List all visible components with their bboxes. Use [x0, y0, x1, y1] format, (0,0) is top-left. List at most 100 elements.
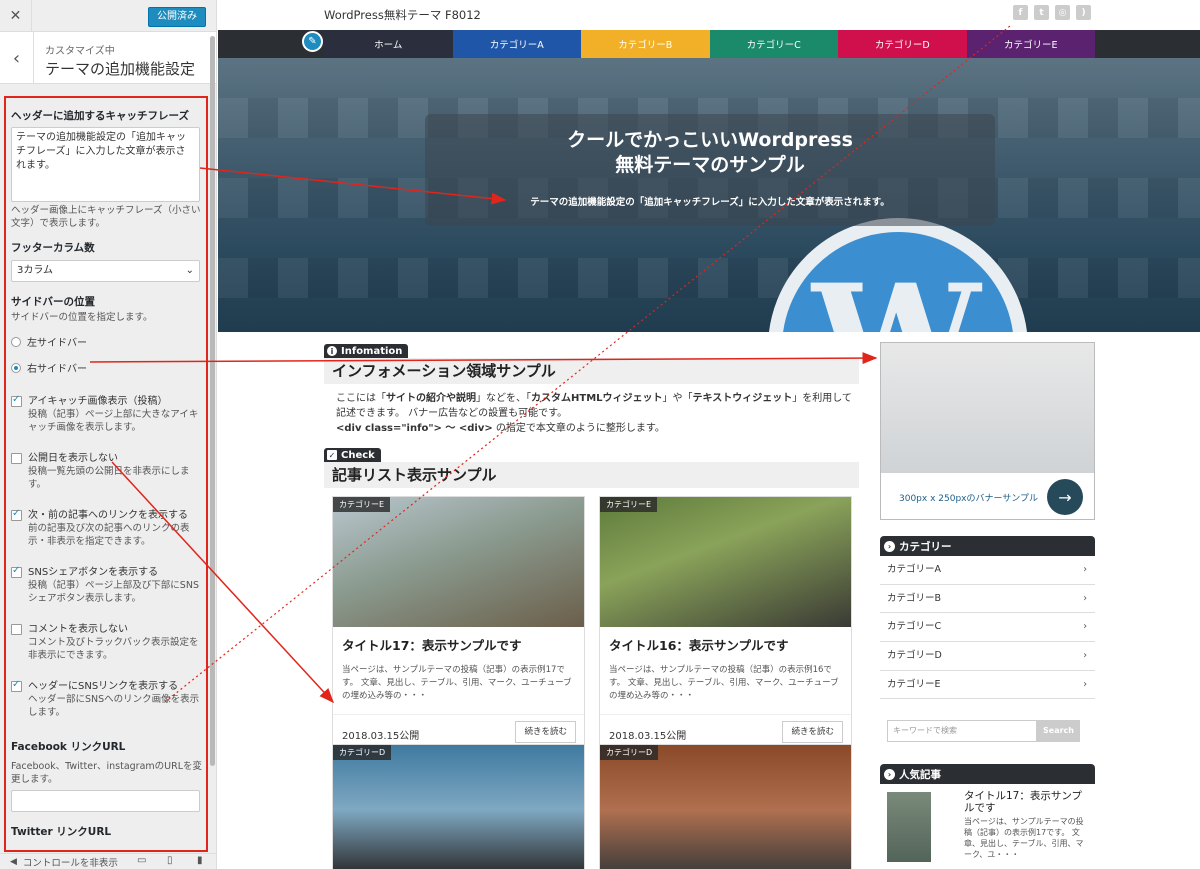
checkbox-icon: ✓ [327, 450, 337, 460]
back-arrow-icon[interactable]: ‹ [0, 32, 34, 84]
popular-thumbnail[interactable] [887, 792, 931, 862]
customizer-footer: ◀ コントロールを非表示 ▭ ▯ ▮ [0, 853, 216, 869]
customizer-panel: ✕ 公開済み ‹ カスタマイズ中 テーマの追加機能設定 ヘッダーに追加するキャッ… [0, 0, 217, 869]
category-item-label: カテゴリーB [887, 592, 942, 604]
checkbox-label: SNSシェアボタンを表示する [28, 567, 159, 578]
check-tag: ✓ Check [324, 448, 381, 462]
checkbox-label: コメントを表示しない [28, 624, 128, 635]
arrow-right-icon[interactable]: → [1047, 479, 1083, 515]
site-preview: WordPress無料テーマ F8012 f t ◎ ) ✎ ホーム カテゴリー… [218, 0, 1200, 869]
radio-selected-icon[interactable] [11, 362, 21, 373]
facebook-url-desc: Facebook、Twitter、instagramのURLを変更します。 [11, 761, 202, 785]
article-card[interactable]: カテゴリーD [599, 744, 852, 869]
checkbox-checked-icon[interactable] [11, 508, 22, 521]
category-item[interactable]: カテゴリーC › [880, 613, 1095, 643]
radio-left-label: 左サイドバー [27, 338, 87, 349]
article-card[interactable]: カテゴリーD [332, 744, 585, 869]
hide-controls-label[interactable]: コントロールを非表示 [23, 855, 118, 869]
category-item[interactable]: カテゴリーB › [880, 585, 1095, 614]
category-item-label: カテゴリーC [887, 621, 942, 633]
search-input[interactable]: キーワードで検索 [887, 720, 1037, 742]
chevron-right-icon: › [884, 768, 895, 780]
category-item[interactable]: カテゴリーE › [880, 671, 1095, 700]
checkbox-sns-share[interactable]: SNSシェアボタンを表示する投稿（記事）ページ上部及び下部にSNSシェアボタン表… [11, 565, 202, 605]
desktop-preview-icon[interactable]: ▭ [137, 855, 146, 866]
card-thumbnail[interactable]: カテゴリーD [333, 745, 584, 869]
checkbox-eyecatch[interactable]: アイキャッチ画像表示（投稿） 投稿（記事）ページ上部に大きなアイキャッチ画像を表示… [11, 394, 202, 434]
radio-right-sidebar[interactable]: 右サイドバー [11, 360, 202, 375]
category-item[interactable]: カテゴリーA › [880, 556, 1095, 585]
article-card[interactable]: カテゴリーE タイトル17：表示サンプルです 当ページは、サンプルテーマの投稿（… [332, 496, 585, 753]
info-text-part: ここには「 [336, 393, 386, 404]
edit-pencil-icon[interactable]: ✎ [302, 31, 323, 52]
close-icon[interactable]: ✕ [0, 0, 32, 32]
twitter-url-label: Twitter リンクURL [11, 826, 112, 838]
search-button[interactable]: Search [1037, 720, 1080, 742]
instagram-icon[interactable]: ◎ [1055, 5, 1070, 20]
checkbox-checked-icon[interactable] [11, 679, 22, 692]
list-heading: 記事リスト表示サンプル [324, 462, 859, 488]
checkbox-checked-icon[interactable] [11, 394, 22, 407]
nav-item-category-a[interactable]: カテゴリーA [452, 30, 581, 58]
info-text-part: 」や「 [662, 393, 693, 404]
radio-right-label: 右サイドバー [27, 364, 87, 375]
popular-widget-title: › 人気記事 [880, 764, 1095, 784]
checkbox-desc: 投稿（記事）ページ上部に大きなアイキャッチ画像を表示します。 [28, 409, 199, 433]
card-thumbnail[interactable]: カテゴリーD [600, 745, 851, 869]
nav-item-category-d[interactable]: カテゴリーD [838, 30, 967, 58]
nav-item-category-b[interactable]: カテゴリーB [581, 30, 710, 58]
category-widget-label: カテゴリー [899, 540, 952, 553]
checkbox-checked-icon[interactable] [11, 565, 22, 578]
radio-left-sidebar[interactable]: 左サイドバー [11, 334, 202, 349]
checkbox-header-sns[interactable]: ヘッダーにSNSリンクを表示するヘッダー部にSNSへのリンク画像を表示します。 [11, 679, 202, 719]
card-thumbnail[interactable]: カテゴリーE [600, 497, 851, 627]
popular-title[interactable]: タイトル17：表示サンプルです [964, 790, 1089, 814]
card-thumbnail[interactable]: カテゴリーE [333, 497, 584, 627]
section-header: ‹ カスタマイズ中 テーマの追加機能設定 [0, 32, 216, 84]
nav-item-home[interactable]: ホーム [324, 30, 453, 58]
banner-text[interactable]: 300px x 250pxのバナーサンプル [899, 491, 1038, 504]
card-excerpt: 当ページは、サンプルテーマの投稿（記事）の表示例16です。 文章、見出し、テーブ… [609, 665, 839, 701]
card-date: 2018.03.15公開 [609, 731, 687, 742]
twitter-icon[interactable]: t [1034, 5, 1049, 20]
nav-item-category-e[interactable]: カテゴリーE [966, 30, 1095, 58]
radio-icon[interactable] [11, 336, 21, 347]
facebook-icon[interactable]: f [1013, 5, 1028, 20]
sidebar-banner[interactable]: 300px x 250pxのバナーサンプル → [880, 342, 1095, 520]
footer-cols-select[interactable]: 3カラム ⌄ [11, 260, 200, 282]
banner-image[interactable] [881, 343, 1094, 473]
sidebar-pos-label: サイドバーの位置 [11, 296, 95, 308]
read-more-button[interactable]: 続きを読む [782, 721, 843, 743]
catchphrase-textarea[interactable]: テーマの追加機能設定の「追加キャッチフレーズ」に入力した文章が表示されます。 [11, 127, 200, 202]
article-card[interactable]: カテゴリーE タイトル16：表示サンプルです 当ページは、サンプルテーマの投稿（… [599, 496, 852, 753]
checkbox-label: 公開日を表示しない [28, 453, 118, 464]
nav-item-category-c[interactable]: カテゴリーC [709, 30, 838, 58]
read-more-button[interactable]: 続きを読む [515, 721, 576, 743]
collapse-icon[interactable]: ◀ [10, 857, 17, 867]
header-social-links: f t ◎ ) [1013, 5, 1091, 20]
checkbox-icon[interactable] [11, 453, 22, 464]
publish-button[interactable]: 公開済み [148, 7, 206, 27]
chevron-right-icon: › [1083, 621, 1087, 633]
site-title[interactable]: WordPress無料テーマ F8012 [324, 7, 481, 23]
category-item[interactable]: カテゴリーD › [880, 642, 1095, 671]
card-title[interactable]: タイトル16：表示サンプルです [600, 627, 851, 654]
mobile-preview-icon[interactable]: ▮ [197, 855, 203, 866]
checkbox-hide-comments[interactable]: コメントを表示しない コメント及びトラックバック表示設定を非表示にできます。 [11, 623, 202, 662]
hero-caption-box: クールでかっこいいWordpress 無料テーマのサンプル テーマの追加機能設定… [425, 114, 995, 226]
checkbox-icon[interactable] [11, 624, 22, 635]
card-date: 2018.03.15公開 [342, 731, 420, 742]
checkbox-label: 次・前の記事へのリンクを表示する [28, 510, 188, 521]
facebook-url-input[interactable] [11, 790, 200, 812]
chevron-right-icon: › [1083, 592, 1087, 604]
category-list: カテゴリーA › カテゴリーB › カテゴリーC › カテゴリーD › カテゴリーE › [880, 556, 1095, 700]
chevron-down-icon: ⌄ [185, 265, 194, 276]
rss-icon[interactable]: ) [1076, 5, 1091, 20]
category-widget-title: › カテゴリー [880, 536, 1095, 556]
chevron-right-icon: › [1083, 564, 1087, 575]
tablet-preview-icon[interactable]: ▯ [167, 855, 173, 866]
customizer-scrollbar[interactable] [210, 36, 215, 766]
card-title[interactable]: タイトル17：表示サンプルです [333, 627, 584, 654]
checkbox-hide-date[interactable]: 公開日を表示しない 投稿一覧先頭の公開日を非表示にします。 [11, 452, 202, 491]
checkbox-prev-next[interactable]: 次・前の記事へのリンクを表示する前の記事及び次の記事へのリンクの表示・非表示を指… [11, 508, 202, 548]
